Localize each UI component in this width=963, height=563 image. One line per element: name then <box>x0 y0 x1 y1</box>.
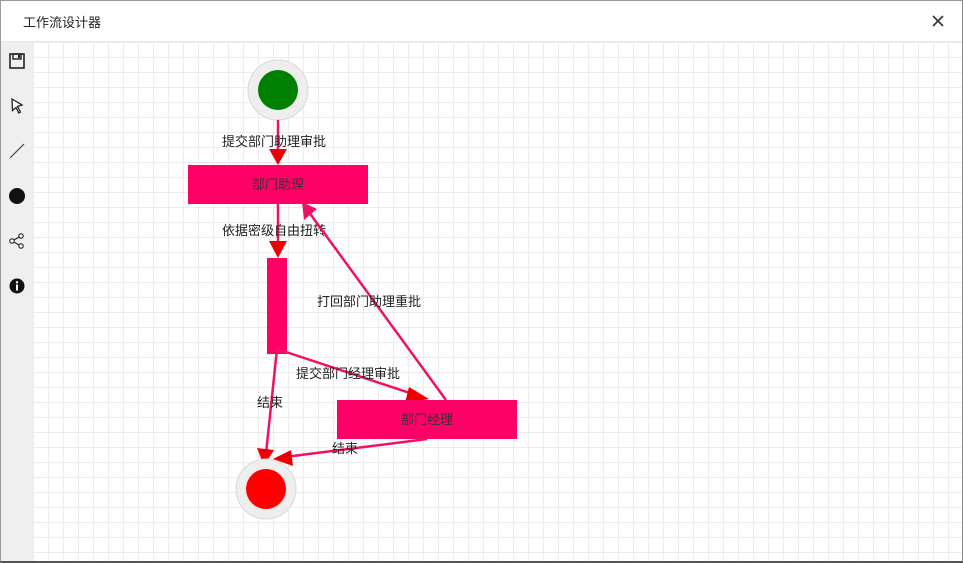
edge-label-reject-back: 打回部门助理重批 <box>317 294 421 310</box>
edge-label-end-from-manager: 结束 <box>332 442 358 457</box>
workflow-designer-window: 工作流设计器 提交部门助理审批 部门助理 依据密级自由扭转 提交部门经理审批 结… <box>0 0 963 563</box>
line-icon[interactable] <box>7 141 27 161</box>
start-event[interactable] <box>247 59 309 121</box>
edge-label-submit-manager: 提交部门经理审批 <box>296 366 400 382</box>
filled-circle-icon[interactable] <box>7 186 27 206</box>
title-bar: 工作流设计器 <box>1 1 962 42</box>
edge-label-route-by-level: 依据密级自由扭转 <box>222 223 326 239</box>
gateway-bar[interactable] <box>267 258 287 354</box>
window-title: 工作流设计器 <box>23 16 102 31</box>
cursor-arrow-icon[interactable] <box>7 96 27 116</box>
save-icon[interactable] <box>7 51 27 71</box>
design-canvas[interactable]: 提交部门助理审批 部门助理 依据密级自由扭转 提交部门经理审批 结束 打回部门助… <box>33 42 962 561</box>
info-icon[interactable] <box>7 276 27 296</box>
task-assistant-label: 部门助理 <box>252 178 304 193</box>
end-event[interactable] <box>235 458 297 520</box>
task-manager-label: 部门经理 <box>401 413 453 428</box>
task-assistant[interactable]: 部门助理 <box>188 165 368 204</box>
edge-label-submit-assistant: 提交部门助理审批 <box>222 134 326 150</box>
toolbar <box>1 42 33 561</box>
close-icon[interactable] <box>928 11 948 31</box>
task-manager[interactable]: 部门经理 <box>337 400 517 439</box>
edge-label-end-from-gateway: 结束 <box>257 396 283 411</box>
fork-icon[interactable] <box>7 231 27 251</box>
